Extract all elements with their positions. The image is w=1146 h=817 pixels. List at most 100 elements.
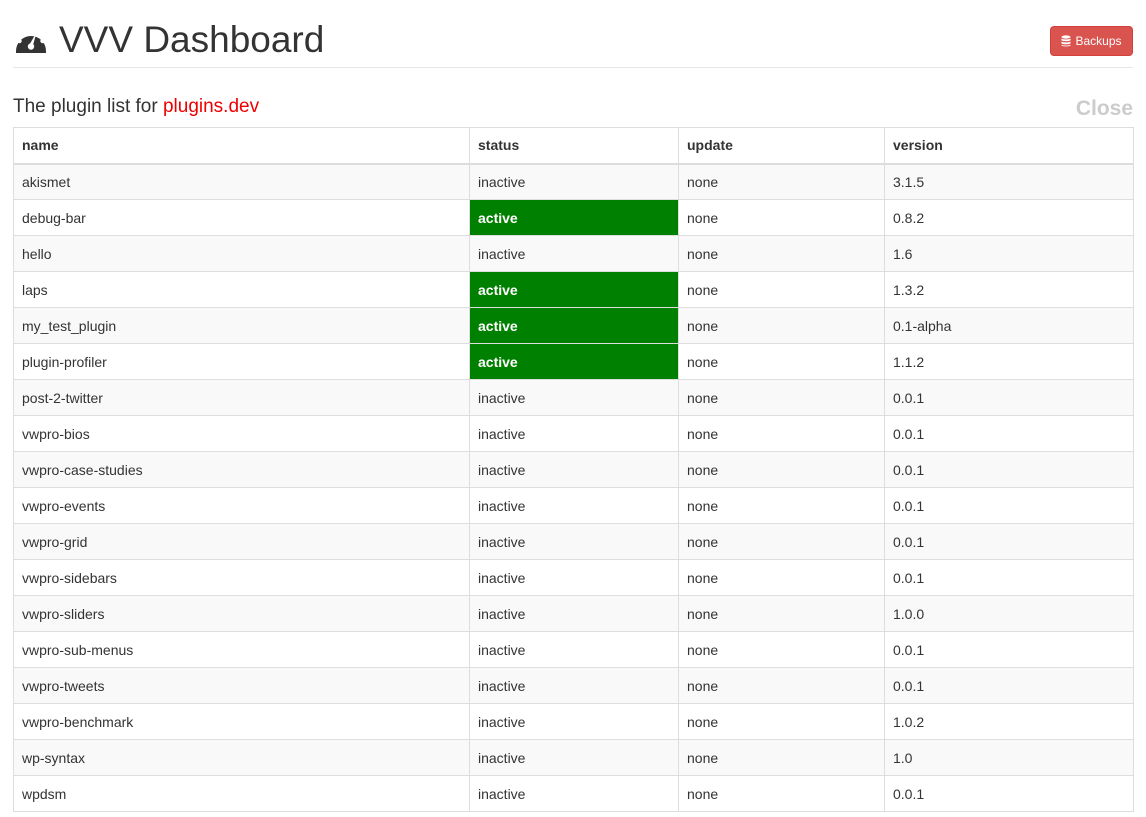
cell-status: inactive <box>469 487 679 524</box>
table-row: vwpro-bios inactive none 0.0.1 <box>13 415 1134 452</box>
site-link[interactable]: plugins.dev <box>163 96 259 117</box>
cell-status: inactive <box>469 667 679 704</box>
cell-update: none <box>678 631 885 668</box>
cell-name: akismet <box>13 163 470 200</box>
table-row: vwpro-case-studies inactive none 0.0.1 <box>13 451 1134 488</box>
table-row: akismet inactive none 3.1.5 <box>13 163 1134 200</box>
cell-name: vwpro-bios <box>13 415 470 452</box>
cell-version: 1.6 <box>884 235 1134 272</box>
cell-version: 0.1-alpha <box>884 307 1134 344</box>
cell-version: 3.1.5 <box>884 163 1134 200</box>
cell-version: 1.0.0 <box>884 595 1134 632</box>
cell-update: none <box>678 379 885 416</box>
close-button[interactable]: Close <box>1076 97 1133 121</box>
cell-update: none <box>678 343 885 380</box>
cell-name: vwpro-events <box>13 487 470 524</box>
cell-status: active <box>469 199 679 236</box>
cell-status: inactive <box>469 739 679 776</box>
database-icon <box>1061 35 1071 47</box>
cell-version: 0.0.1 <box>884 523 1134 560</box>
plugin-list-prefix: The plugin list for <box>13 96 163 117</box>
cell-version: 1.1.2 <box>884 343 1134 380</box>
cell-update: none <box>678 559 885 596</box>
backups-button[interactable]: Backups <box>1050 26 1133 56</box>
cell-update: none <box>678 775 885 812</box>
cell-version: 0.0.1 <box>884 775 1134 812</box>
cell-version: 1.0 <box>884 739 1134 776</box>
table-row: vwpro-sidebars inactive none 0.0.1 <box>13 559 1134 596</box>
cell-version: 0.0.1 <box>884 631 1134 668</box>
cell-status: inactive <box>469 379 679 416</box>
cell-name: post-2-twitter <box>13 379 470 416</box>
cell-name: my_test_plugin <box>13 307 470 344</box>
cell-version: 0.0.1 <box>884 559 1134 596</box>
table-row: post-2-twitter inactive none 0.0.1 <box>13 379 1134 416</box>
table-row: wp-syntax inactive none 1.0 <box>13 739 1134 776</box>
plugin-table: name status update version akismet inacti… <box>13 127 1134 812</box>
cell-update: none <box>678 523 885 560</box>
cell-update: none <box>678 415 885 452</box>
cell-status: inactive <box>469 415 679 452</box>
column-header-name: name <box>13 127 470 165</box>
cell-update: none <box>678 235 885 272</box>
cell-version: 0.0.1 <box>884 667 1134 704</box>
cell-status: inactive <box>469 235 679 272</box>
cell-status: inactive <box>469 595 679 632</box>
cell-name: vwpro-sidebars <box>13 559 470 596</box>
cell-update: none <box>678 307 885 344</box>
page-title: VVV Dashboard <box>59 19 325 60</box>
cell-update: none <box>678 487 885 524</box>
cell-name: debug-bar <box>13 199 470 236</box>
cell-version: 0.0.1 <box>884 379 1134 416</box>
cell-name: vwpro-tweets <box>13 667 470 704</box>
vvv-dashboard-page: VVV Dashboard Backups The plugin list fo… <box>0 0 1146 817</box>
cell-status: inactive <box>469 631 679 668</box>
table-row: vwpro-benchmark inactive none 1.0.2 <box>13 703 1134 740</box>
cell-status: active <box>469 343 679 380</box>
cell-update: none <box>678 703 885 740</box>
cell-update: none <box>678 667 885 704</box>
cell-status: active <box>469 307 679 344</box>
column-header-status: status <box>469 127 679 165</box>
cell-status: inactive <box>469 559 679 596</box>
cell-update: none <box>678 595 885 632</box>
page-header: VVV Dashboard Backups <box>13 0 1133 68</box>
cell-name: hello <box>13 235 470 272</box>
cell-update: none <box>678 163 885 200</box>
table-row: plugin-profiler active none 1.1.2 <box>13 343 1134 380</box>
cell-version: 1.3.2 <box>884 271 1134 308</box>
table-row: wpdsm inactive none 0.0.1 <box>13 775 1134 812</box>
cell-status: inactive <box>469 523 679 560</box>
cell-status: active <box>469 271 679 308</box>
column-header-version: version <box>884 127 1134 165</box>
table-row: laps active none 1.3.2 <box>13 271 1134 308</box>
cell-name: vwpro-benchmark <box>13 703 470 740</box>
table-row: my_test_plugin active none 0.1-alpha <box>13 307 1134 344</box>
cell-name: vwpro-sub-menus <box>13 631 470 668</box>
backups-button-label: Backups <box>1075 34 1122 48</box>
cell-name: wpdsm <box>13 775 470 812</box>
table-row: vwpro-sub-menus inactive none 0.0.1 <box>13 631 1134 668</box>
cell-version: 0.0.1 <box>884 487 1134 524</box>
plugin-list-title: The plugin list for plugins.dev <box>13 96 259 118</box>
column-header-update: update <box>678 127 885 165</box>
cell-version: 1.0.2 <box>884 703 1134 740</box>
cell-name: wp-syntax <box>13 739 470 776</box>
brand: VVV Dashboard <box>13 18 324 62</box>
table-row: vwpro-grid inactive none 0.0.1 <box>13 523 1134 560</box>
cell-name: vwpro-case-studies <box>13 451 470 488</box>
cell-version: 0.8.2 <box>884 199 1134 236</box>
table-row: vwpro-tweets inactive none 0.0.1 <box>13 667 1134 704</box>
table-row: hello inactive none 1.6 <box>13 235 1134 272</box>
cell-status: inactive <box>469 451 679 488</box>
table-row: debug-bar active none 0.8.2 <box>13 199 1134 236</box>
cell-name: laps <box>13 271 470 308</box>
cell-status: inactive <box>469 775 679 812</box>
plugin-list-heading: The plugin list for plugins.dev Close <box>13 94 1133 124</box>
dashboard-gauge-icon <box>16 26 46 53</box>
table-row: vwpro-events inactive none 0.0.1 <box>13 487 1134 524</box>
cell-update: none <box>678 451 885 488</box>
cell-update: none <box>678 271 885 308</box>
cell-version: 0.0.1 <box>884 415 1134 452</box>
cell-update: none <box>678 739 885 776</box>
